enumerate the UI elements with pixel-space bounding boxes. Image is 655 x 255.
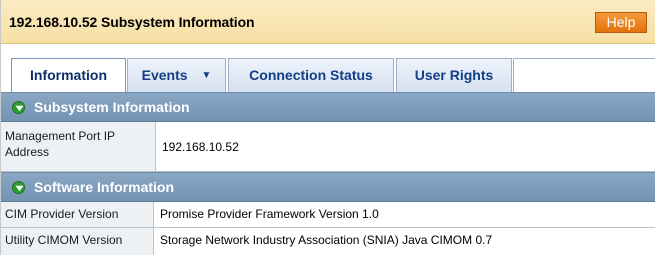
- tab-user-rights-label: User Rights: [414, 67, 494, 83]
- row-value: Storage Network Industry Association (SN…: [160, 233, 493, 247]
- tab-strip-filler: [513, 58, 655, 92]
- row-value: Promise Provider Framework Version 1.0: [160, 207, 379, 221]
- collapse-circle-icon[interactable]: [12, 181, 25, 194]
- table-row: Utility CIMOM Version Storage Network In…: [1, 228, 655, 255]
- row-label: CIM Provider Version: [1, 202, 154, 227]
- tab-user-rights[interactable]: User Rights: [396, 58, 512, 92]
- chevron-down-icon[interactable]: ▼: [201, 60, 211, 92]
- row-label: Management Port IP Address: [1, 122, 156, 171]
- title-bar: 192.168.10.52 Subsystem Information Help: [1, 0, 655, 44]
- row-value: 192.168.10.52: [162, 140, 239, 154]
- table-row: CIM Provider Version Promise Provider Fr…: [1, 202, 655, 228]
- section-header-subsystem[interactable]: Subsystem Information: [1, 92, 655, 122]
- tab-information-label: Information: [30, 67, 107, 83]
- row-label: Utility CIMOM Version: [1, 228, 154, 255]
- tab-events-label: Events: [141, 67, 188, 83]
- tab-connection-status[interactable]: Connection Status: [228, 58, 394, 92]
- section-title-subsystem: Subsystem Information: [34, 99, 190, 115]
- tab-connection-status-label: Connection Status: [249, 67, 373, 83]
- section-title-software: Software Information: [34, 179, 175, 195]
- tab-events[interactable]: Events ▼: [127, 58, 226, 92]
- page-title: 192.168.10.52 Subsystem Information: [9, 14, 255, 30]
- tab-information[interactable]: Information: [11, 58, 126, 93]
- section-header-software[interactable]: Software Information: [1, 172, 655, 202]
- collapse-circle-icon[interactable]: [12, 101, 25, 114]
- subsystem-info-panel: 192.168.10.52 Subsystem Information Help…: [0, 0, 655, 255]
- table-row: Management Port IP Address 192.168.10.52: [1, 122, 655, 172]
- help-button[interactable]: Help: [595, 12, 647, 33]
